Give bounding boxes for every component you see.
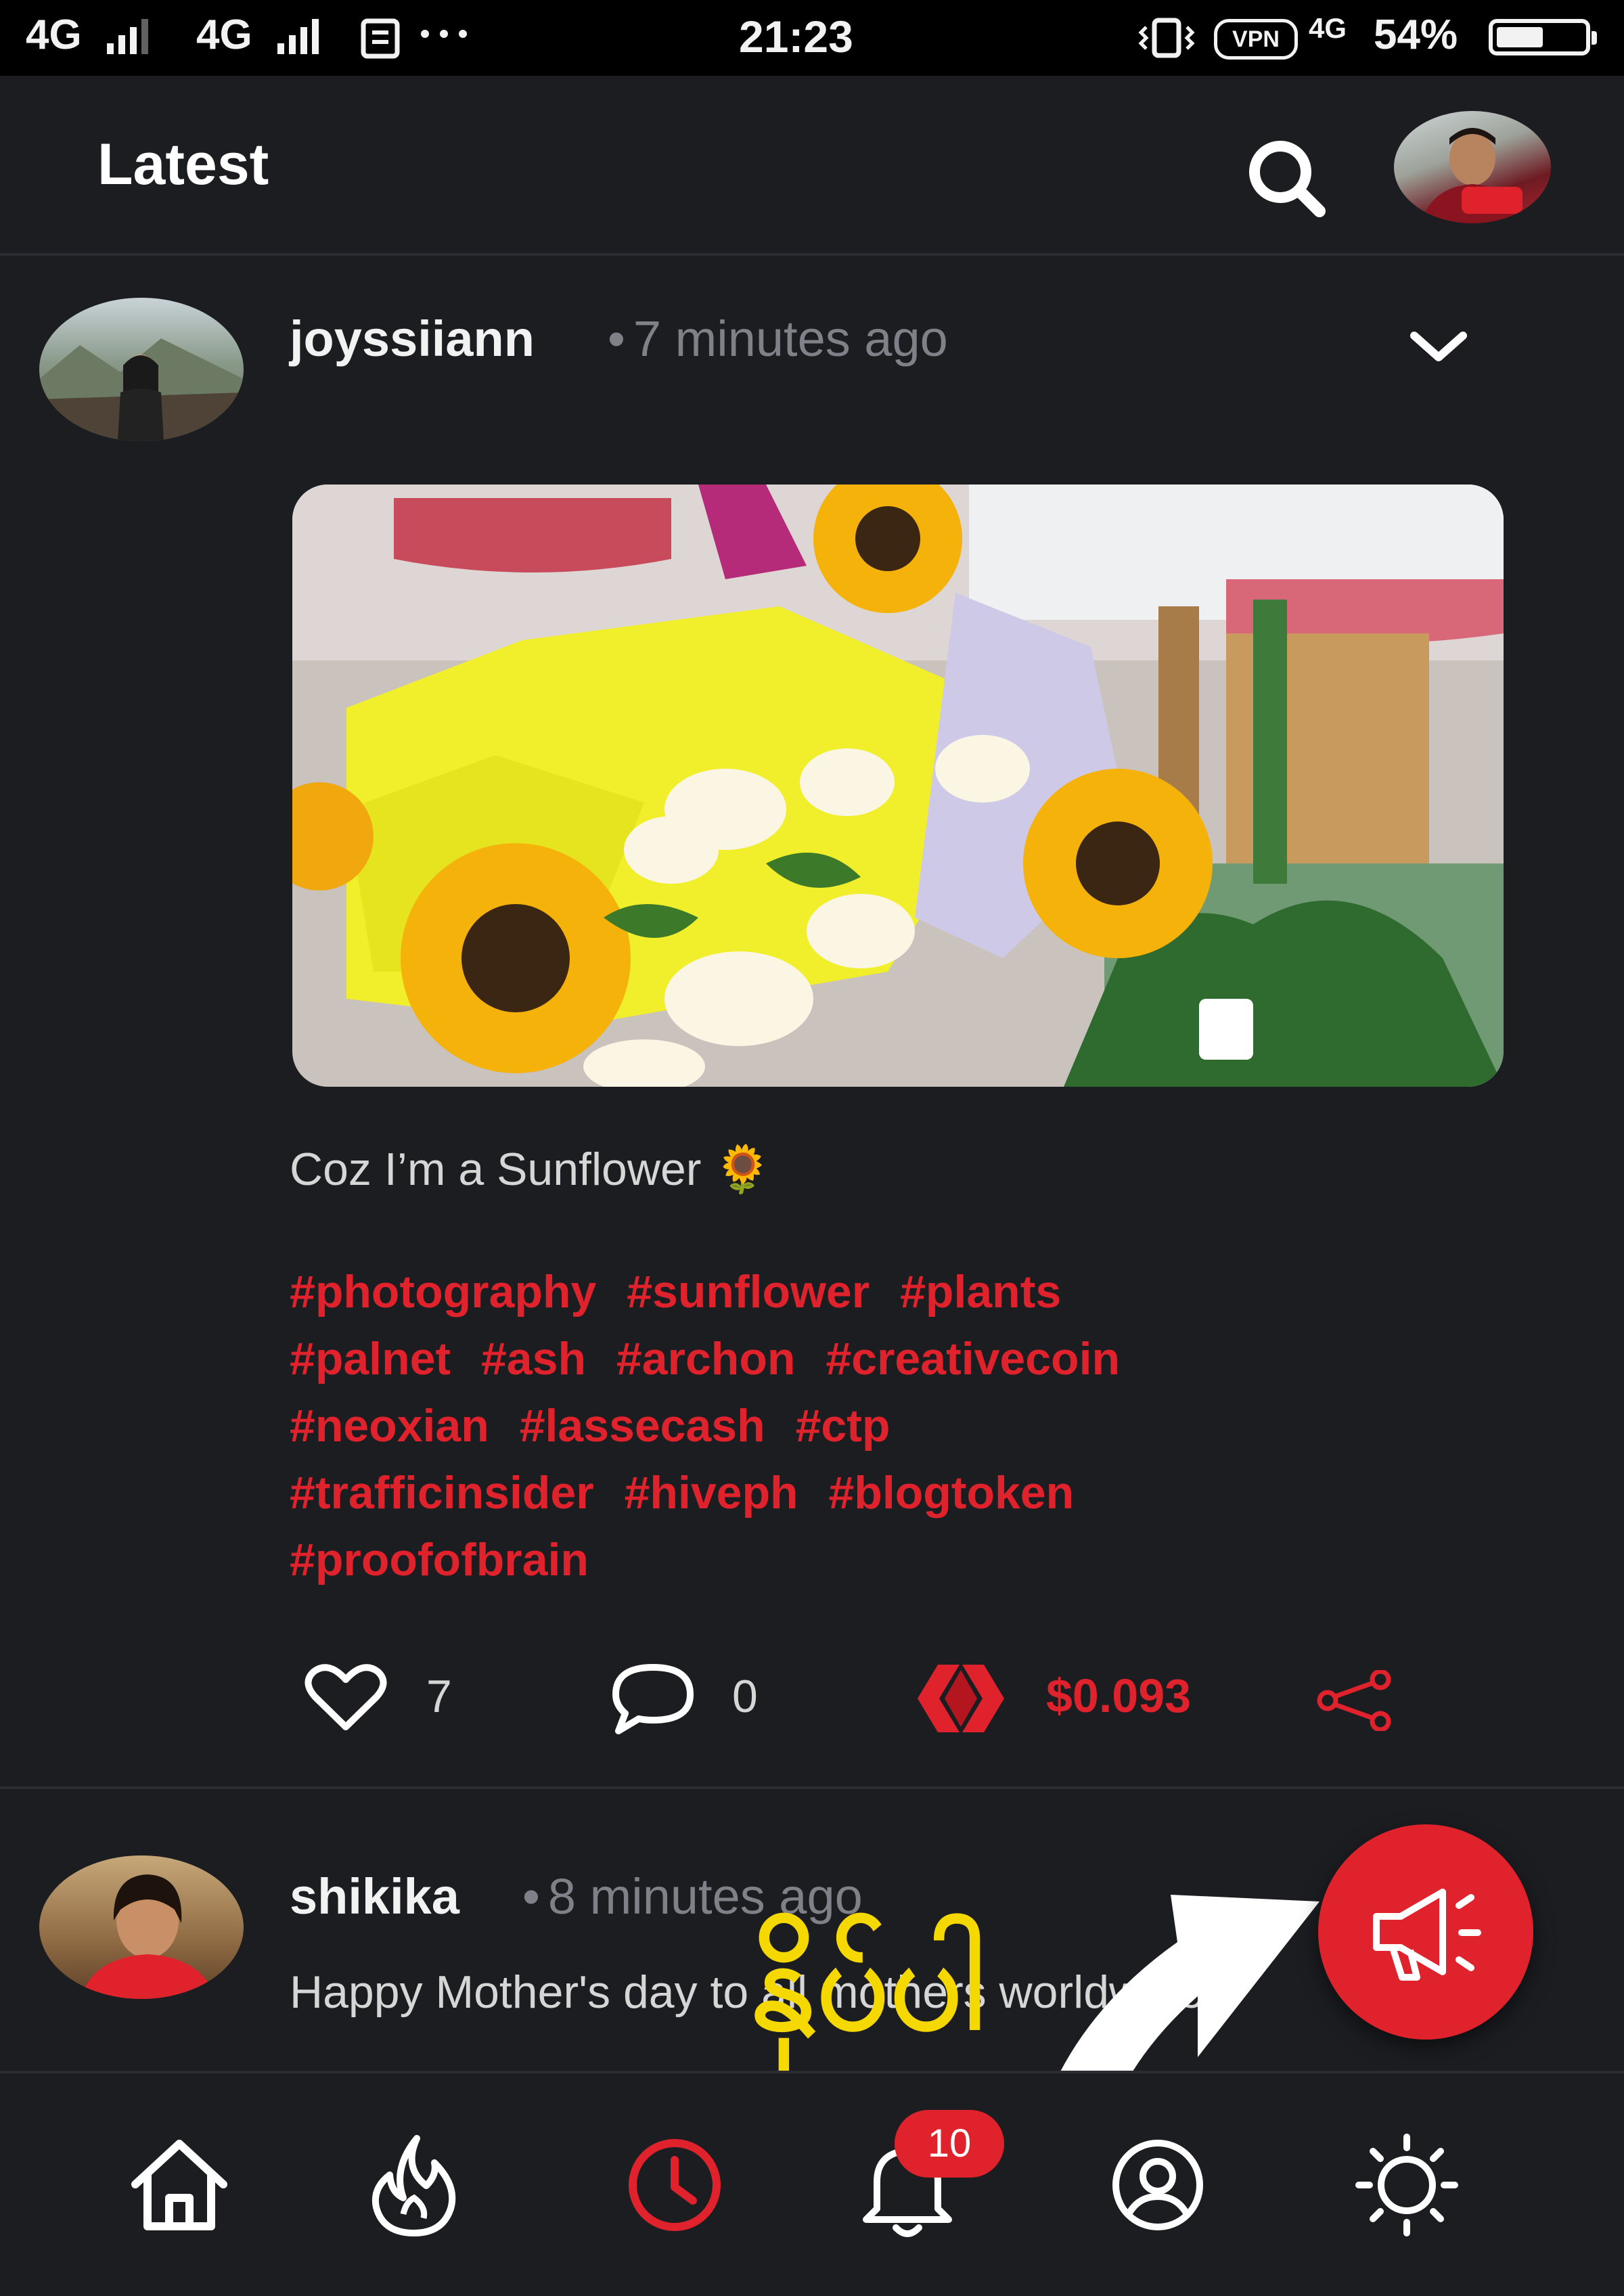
share-icon[interactable] (1315, 1670, 1394, 1731)
separator-dot: • (522, 1868, 540, 1924)
tag-link[interactable]: #blogtoken (828, 1467, 1074, 1518)
app-header: Latest (0, 76, 1624, 256)
tag-link[interactable]: #archon (616, 1333, 796, 1385)
tag-link[interactable]: #proofofbrain (290, 1534, 589, 1585)
tag-link[interactable]: #palnet (290, 1333, 451, 1385)
post-image[interactable] (292, 485, 1504, 1087)
tag-link[interactable]: #sunflower (627, 1266, 870, 1318)
network-type-3: 4G (1309, 12, 1347, 44)
profile-icon[interactable] (1100, 2128, 1215, 2243)
compose-post-button[interactable] (1318, 1824, 1533, 2040)
battery-icon (1489, 19, 1597, 55)
network-type-1: 4G (26, 12, 82, 58)
tag-link[interactable]: #ctp (796, 1400, 890, 1451)
more-notifications-icon (421, 30, 467, 38)
user-avatar[interactable] (1394, 111, 1551, 223)
signal-strength-icon (107, 19, 148, 54)
like-count: 7 (426, 1671, 452, 1722)
tutorial-annotation-text: နှိပ်ပါ (750, 1909, 985, 2058)
post-author-avatar[interactable] (39, 298, 244, 441)
comment-count: 0 (732, 1671, 758, 1722)
vibrate-icon (1138, 18, 1195, 58)
chevron-down-icon[interactable] (1405, 323, 1472, 371)
post-divider (0, 1786, 1624, 1789)
vpn-badge: VPN (1214, 19, 1298, 60)
trending-flame-icon[interactable] (356, 2128, 471, 2243)
tag-link[interactable]: #plants (900, 1266, 1061, 1318)
status-bar: 4G 4G 21:23 VPN 4G 54% (0, 0, 1624, 76)
home-icon[interactable] (122, 2128, 237, 2243)
post-body-text: Coz I’m a Sunflower 🌻 (290, 1144, 772, 1195)
clock: 21:23 (739, 12, 853, 62)
signal-strength-icon (277, 19, 319, 54)
bottom-navigation: 10 (0, 2071, 1624, 2296)
megaphone-icon (1373, 1889, 1481, 1981)
tag-link[interactable]: #ash (481, 1333, 586, 1385)
latest-clock-icon[interactable] (617, 2128, 732, 2243)
tag-link[interactable]: #neoxian (290, 1400, 489, 1451)
battery-percent: 54% (1374, 12, 1458, 58)
hive-logo-icon (918, 1665, 1004, 1732)
post-username[interactable]: shikika (290, 1868, 459, 1925)
tag-link[interactable]: #creativecoin (826, 1333, 1120, 1385)
search-icon[interactable] (1238, 130, 1333, 225)
network-type-2: 4G (196, 12, 252, 58)
sim-icon (361, 18, 400, 59)
page-title: Latest (97, 132, 269, 197)
tag-link[interactable]: #hiveph (625, 1467, 798, 1518)
tag-link[interactable]: #lassecash (520, 1400, 765, 1451)
comment-icon[interactable] (609, 1662, 697, 1736)
post-tags: #photography #sunflower #plants #palnet … (290, 1259, 1440, 1594)
payout-value[interactable]: $0.093 (1046, 1669, 1191, 1723)
post-author-avatar[interactable] (39, 1855, 244, 1999)
post-timestamp-text: 7 minutes ago (633, 311, 948, 367)
tag-link[interactable]: #trafficinsider (290, 1467, 594, 1518)
separator-dot: • (608, 311, 625, 367)
tag-link[interactable]: #photography (290, 1266, 596, 1318)
post-timestamp: • 7 minutes ago (608, 310, 948, 367)
like-heart-icon[interactable] (302, 1662, 390, 1736)
post-username[interactable]: joyssiiann (290, 310, 535, 367)
theme-toggle-sun-icon[interactable] (1349, 2128, 1464, 2243)
notification-count-badge: 10 (895, 2110, 1004, 2178)
